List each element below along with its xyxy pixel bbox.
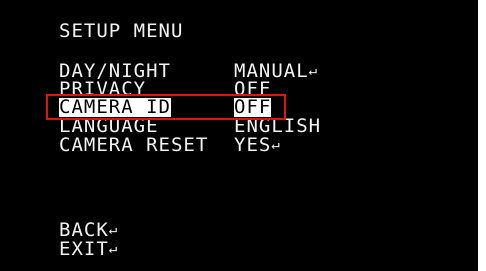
camera-reset-value-text: YES xyxy=(234,134,272,156)
enter-icon: ↵ xyxy=(271,137,281,153)
enter-icon: ↵ xyxy=(108,222,119,238)
enter-icon: ↵ xyxy=(308,63,319,79)
enter-icon: ↵ xyxy=(108,241,119,257)
camera-osd-screen: SETUP MENU DAY/NIGHT MANUAL↵ PRIVACY OFF… xyxy=(0,0,478,271)
menu-item-camera-reset-value[interactable]: YES↵ xyxy=(234,136,281,155)
exit-menu-item[interactable]: EXIT↵ xyxy=(59,240,118,259)
exit-label: EXIT xyxy=(59,238,109,260)
menu-item-camera-reset-label[interactable]: CAMERA RESET xyxy=(59,136,208,155)
menu-title: SETUP MENU xyxy=(59,20,184,42)
